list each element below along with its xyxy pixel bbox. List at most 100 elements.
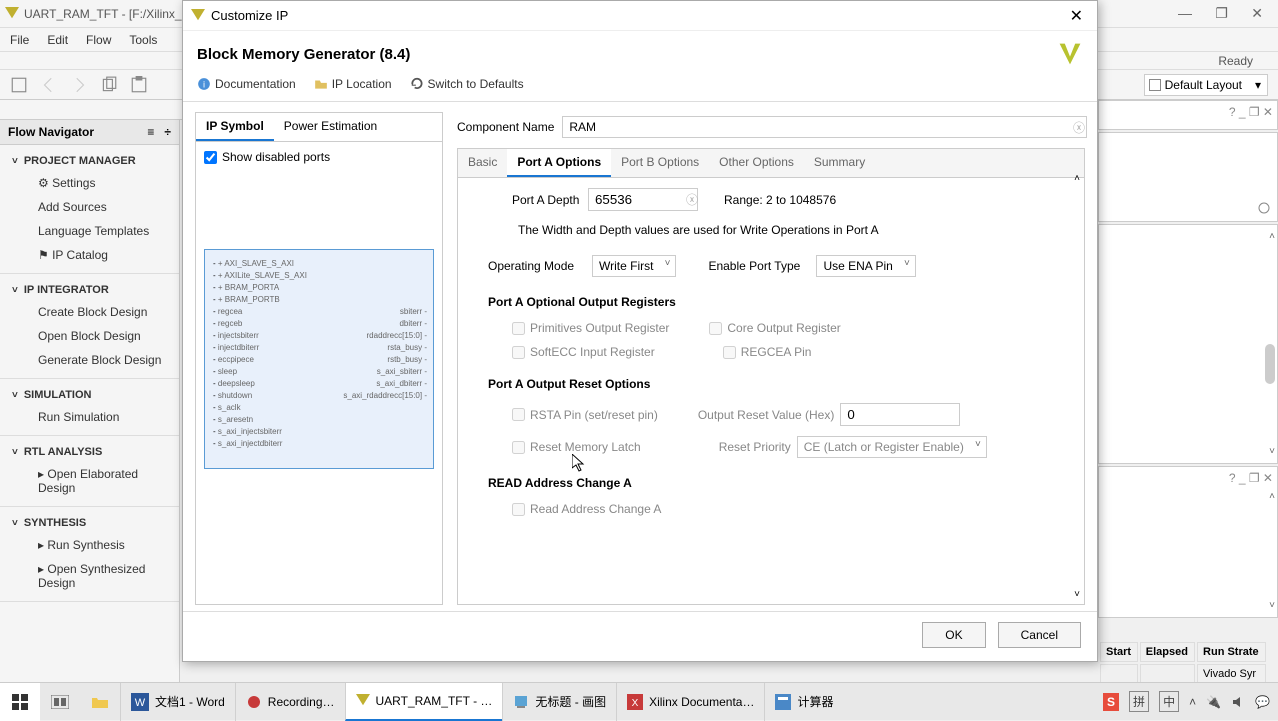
op-mode-dropdown[interactable]: Write First [592, 255, 676, 277]
customize-ip-dialog: Customize IP ✕ Block Memory Generator (8… [182, 0, 1098, 662]
flow-navigator: Flow Navigator ≡ ÷ PROJECT MANAGER ⚙ Set… [0, 120, 180, 712]
tab-summary[interactable]: Summary [804, 149, 875, 177]
scrollbar[interactable] [1265, 344, 1275, 384]
svg-text:W: W [135, 697, 146, 709]
vivado-icon [191, 9, 205, 23]
nav-add-sources[interactable]: Add Sources [0, 195, 179, 219]
nav-project-manager[interactable]: PROJECT MANAGER [0, 151, 179, 171]
taskbar-calc[interactable]: 计算器 [764, 683, 843, 721]
nav-settings[interactable]: ⚙ Settings [0, 171, 179, 195]
orv-input[interactable] [840, 403, 960, 426]
back-icon[interactable] [40, 76, 58, 94]
layout-dropdown[interactable]: Default Layout ▾ [1144, 74, 1268, 96]
port-a-depth-input[interactable] [588, 188, 698, 211]
menu-file[interactable]: File [10, 33, 29, 47]
nav-open-block[interactable]: Open Block Design [0, 324, 179, 348]
nav-language-templates[interactable]: Language Templates [0, 219, 179, 243]
depth-range-label: Range: 2 to 1048576 [724, 193, 836, 207]
clear-icon[interactable]: ⓧ [1073, 119, 1085, 136]
scroll-down-icon[interactable]: ˅ [1074, 589, 1080, 600]
tab-basic[interactable]: Basic [458, 149, 507, 177]
taskbar-docs[interactable]: XXilinx Documenta… [616, 683, 764, 721]
tab-port-b-options[interactable]: Port B Options [611, 149, 709, 177]
tray-up-icon[interactable]: ˄ [1189, 695, 1196, 709]
menu-edit[interactable]: Edit [47, 33, 68, 47]
svg-text:i: i [203, 80, 205, 90]
documentation-link[interactable]: iDocumentation [197, 77, 296, 91]
start-button[interactable] [0, 683, 40, 721]
read-addr-checkbox[interactable]: Read Address Change A [512, 502, 661, 516]
reset-priority-dropdown[interactable]: CE (Latch or Register Enable) [797, 436, 987, 458]
notification-icon[interactable]: 💬 [1255, 695, 1270, 709]
nav-rtl-analysis[interactable]: RTL ANALYSIS [0, 442, 179, 462]
ime-pin-icon[interactable]: 拼 [1129, 691, 1149, 712]
ip-location-link[interactable]: IP Location [314, 77, 392, 91]
copy-icon[interactable] [100, 76, 118, 94]
reset-mem-checkbox[interactable]: Reset Memory Latch [512, 440, 641, 454]
nav-simulation[interactable]: SIMULATION [0, 385, 179, 405]
cancel-button[interactable]: Cancel [998, 622, 1081, 648]
task-view-icon[interactable] [40, 683, 80, 721]
close-icon[interactable]: ✕ [1251, 5, 1263, 21]
refresh-icon [410, 77, 424, 91]
switch-defaults-link[interactable]: Switch to Defaults [410, 77, 524, 91]
volume-icon[interactable] [1231, 695, 1245, 709]
nav-run-synthesis[interactable]: ▸ Run Synthesis [0, 533, 179, 557]
orv-label: Output Reset Value (Hex) [698, 408, 835, 422]
system-tray: S 拼 中 ˄ 🔌 💬 [1103, 691, 1278, 712]
dialog-titlebar: Customize IP ✕ [183, 1, 1097, 31]
paste-icon[interactable] [130, 76, 148, 94]
nav-synthesis[interactable]: SYNTHESIS [0, 513, 179, 533]
nav-generate-block[interactable]: Generate Block Design [0, 348, 179, 372]
component-name-input[interactable] [562, 116, 1087, 138]
show-disabled-checkbox[interactable]: Show disabled ports [204, 150, 434, 164]
component-name-label: Component Name [457, 120, 554, 134]
menu-flow[interactable]: Flow [86, 33, 111, 47]
opt-reg-title: Port A Optional Output Registers [488, 295, 1054, 309]
ime-icon[interactable]: S [1103, 693, 1119, 711]
port-a-depth-label: Port A Depth [512, 193, 580, 207]
scroll-up-icon[interactable]: ˄ [1074, 173, 1080, 184]
ime-lang-icon[interactable]: 中 [1159, 691, 1179, 712]
dialog-close-icon[interactable]: ✕ [1064, 6, 1089, 26]
taskbar-recording[interactable]: Recording… [235, 683, 345, 721]
nav-run-simulation[interactable]: Run Simulation [0, 405, 179, 429]
menu-tools[interactable]: Tools [129, 33, 157, 47]
enable-port-dropdown[interactable]: Use ENA Pin [816, 255, 915, 277]
taskbar-word[interactable]: W文档1 - Word [120, 683, 235, 721]
maximize-icon[interactable]: ❐ [1215, 5, 1228, 21]
ip-name-label: Block Memory Generator (8.4) [197, 46, 410, 63]
primitives-checkbox[interactable]: Primitives Output Register [512, 321, 669, 335]
taskbar-vivado[interactable]: UART_RAM_TFT - … [345, 683, 503, 721]
nav-ip-catalog[interactable]: ⚑ IP Catalog [0, 243, 179, 267]
core-out-checkbox[interactable]: Core Output Register [709, 321, 840, 335]
minimize-icon[interactable]: — [1178, 5, 1192, 21]
taskbar-paint[interactable]: 无标题 - 画图 [502, 683, 616, 721]
rsta-checkbox[interactable]: RSTA Pin (set/reset pin) [512, 408, 658, 422]
power-icon[interactable]: 🔌 [1206, 695, 1221, 709]
reset-options-title: Port A Output Reset Options [488, 377, 1054, 391]
forward-icon[interactable] [70, 76, 88, 94]
nav-ip-integrator[interactable]: IP INTEGRATOR [0, 280, 179, 300]
tab-port-a-options[interactable]: Port A Options [507, 149, 611, 177]
tab-ip-symbol[interactable]: IP Symbol [196, 113, 274, 141]
panel-3: ˄ ˅ [1098, 224, 1278, 464]
window-controls: — ❐ ✕ [1168, 5, 1273, 22]
regcea-checkbox[interactable]: REGCEA Pin [723, 345, 812, 359]
explorer-icon[interactable] [80, 683, 120, 721]
new-project-icon[interactable] [10, 76, 28, 94]
nav-create-block[interactable]: Create Block Design [0, 300, 179, 324]
nav-open-elaborated[interactable]: ▸ Open Elaborated Design [0, 462, 179, 500]
tab-power-estimation[interactable]: Power Estimation [274, 113, 387, 141]
clear-depth-icon[interactable]: ⓧ [686, 191, 698, 208]
ok-button[interactable]: OK [922, 622, 985, 648]
gear-icon[interactable] [1257, 201, 1271, 215]
xilinx-logo-icon [1057, 41, 1083, 67]
tab-other-options[interactable]: Other Options [709, 149, 804, 177]
panel-1: ? _ ❐ ✕ [1098, 100, 1278, 130]
panel-2 [1098, 132, 1278, 222]
flow-nav-menu-icon[interactable]: ≡ ÷ [147, 125, 171, 139]
layout-value: Default Layout [1165, 78, 1242, 92]
softecc-checkbox[interactable]: SoftECC Input Register [512, 345, 655, 359]
nav-open-synthesized[interactable]: ▸ Open Synthesized Design [0, 557, 179, 595]
